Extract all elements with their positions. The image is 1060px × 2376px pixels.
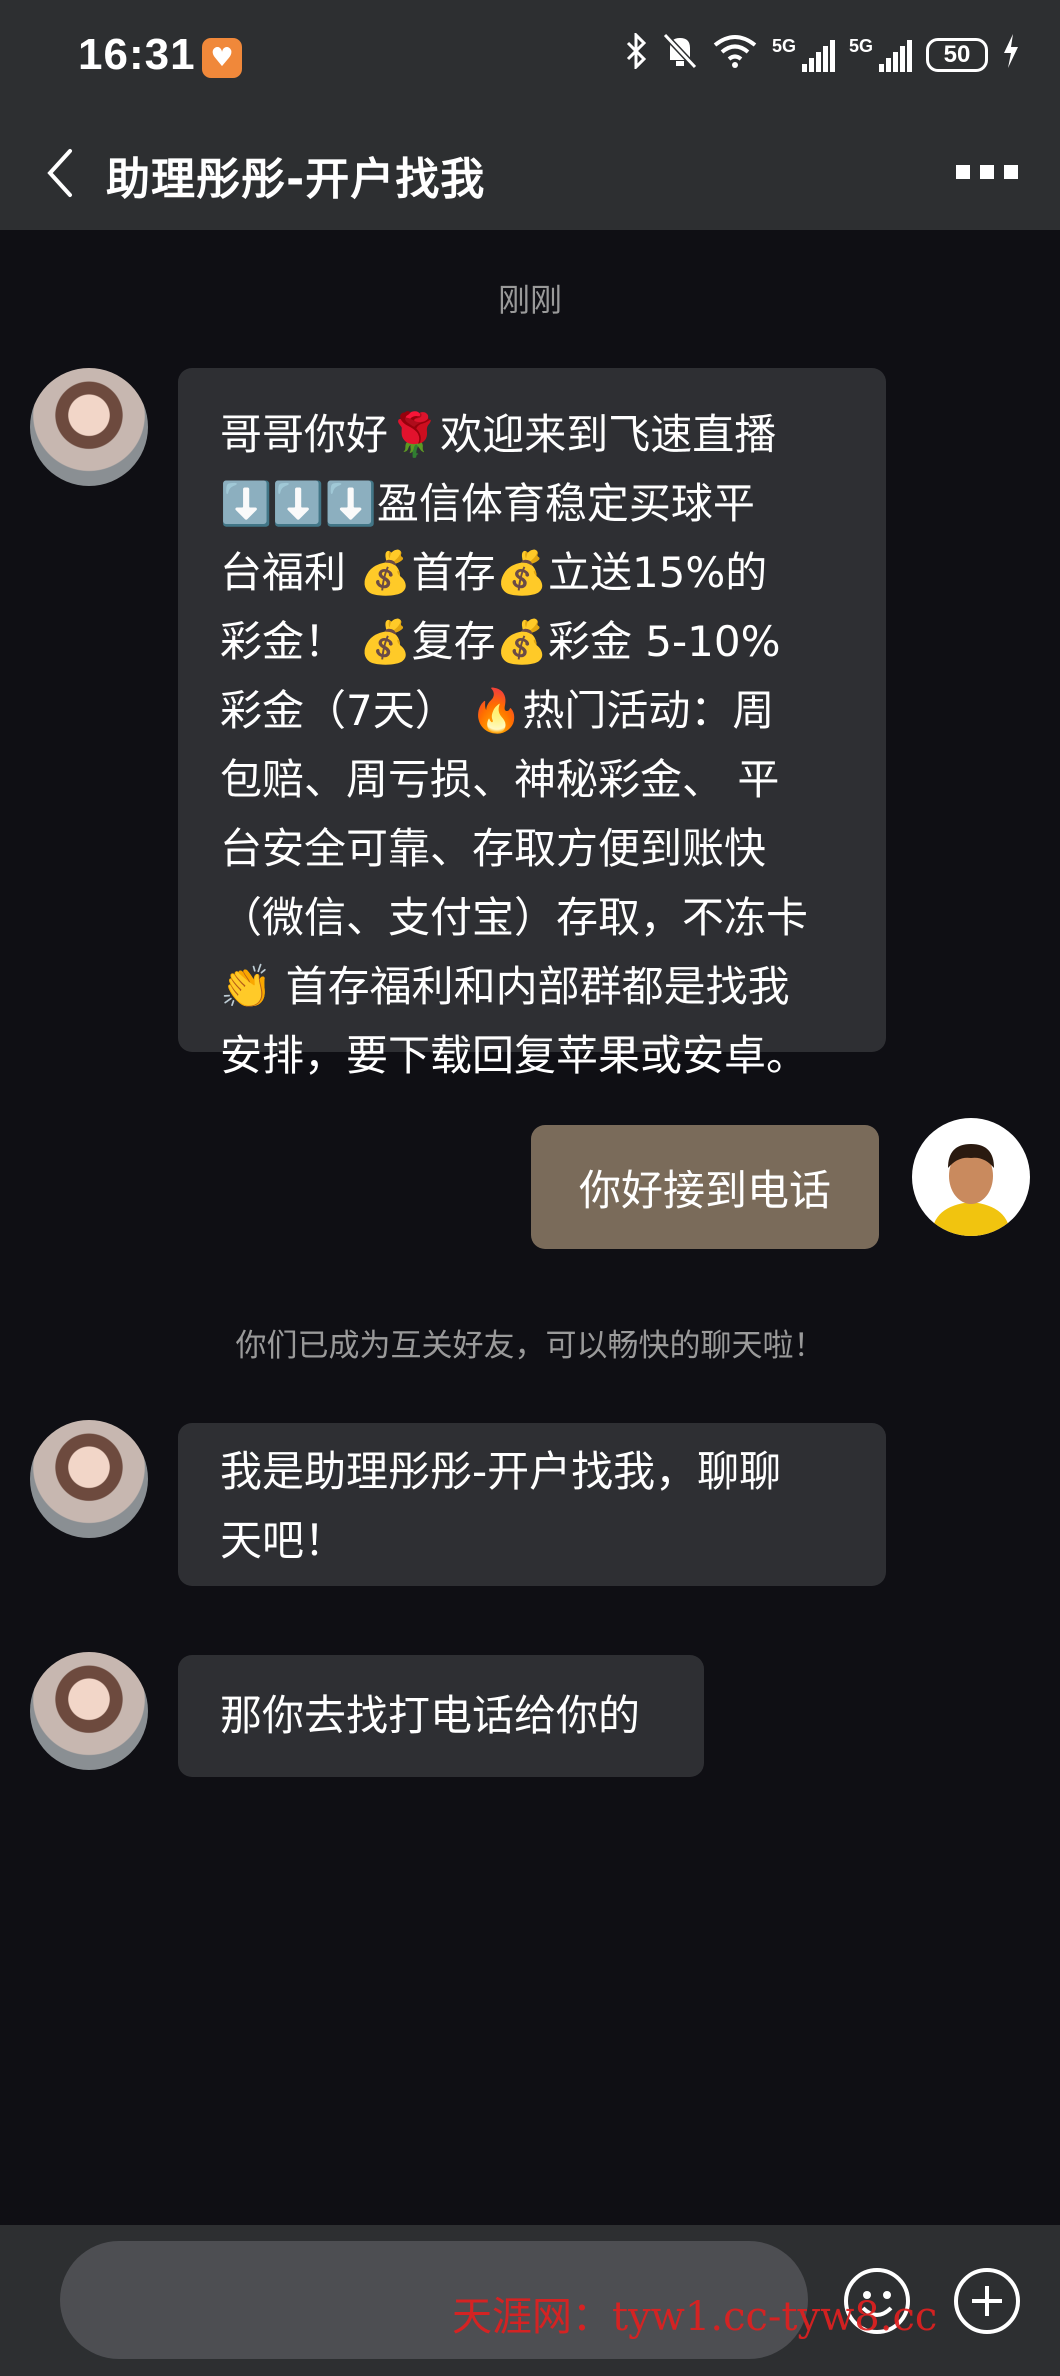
signal-icon: 5G	[849, 36, 912, 72]
mute-icon	[662, 32, 698, 78]
avatar-contact[interactable]	[30, 1652, 148, 1770]
time-divider: 刚刚	[497, 281, 562, 319]
signal-label: 5G	[772, 36, 797, 56]
charging-icon	[1002, 34, 1020, 76]
friend-notice: 你们已成为互关好友，可以畅快的聊天啦！	[235, 1328, 825, 1364]
message-bubble-received: 那你去找打电话给你的	[178, 1655, 704, 1777]
back-chevron-icon[interactable]	[40, 145, 88, 201]
message-bubble-received: 哥哥你好🌹欢迎来到飞速直播 ⬇️⬇️⬇️盈信体育稳定买球平 台福利 💰首存💰立送…	[178, 368, 886, 1080]
battery-icon: 50	[926, 38, 988, 72]
avatar-self[interactable]	[912, 1118, 1030, 1236]
signal-label: 5G	[849, 36, 874, 56]
avatar-contact[interactable]	[30, 368, 148, 486]
chat-title: 助理彤彤-开户找我	[106, 154, 486, 205]
avatar-contact[interactable]	[30, 1420, 148, 1538]
message-bubble-sent: 你好接到电话	[531, 1125, 879, 1249]
status-bar: 16:31 ♥ 5G 5G 50	[0, 0, 1060, 115]
watermark: 天涯网：tyw1.cc-tyw8.cc	[452, 2294, 938, 2340]
plus-circle-icon[interactable]	[952, 2266, 1022, 2336]
bluetooth-icon	[624, 31, 648, 77]
heart-app-icon: ♥	[202, 38, 242, 78]
message-bubble-received: 我是助理彤彤-开户找我，聊聊 天吧！	[178, 1423, 886, 1586]
status-icons: 5G 5G 50	[624, 30, 1020, 80]
more-dots-icon[interactable]	[956, 157, 1020, 187]
status-time: 16:31	[78, 30, 196, 79]
signal-icon: 5G	[772, 36, 835, 72]
chat-header: 助理彤彤-开户找我	[0, 115, 1060, 230]
wifi-icon	[712, 33, 758, 77]
